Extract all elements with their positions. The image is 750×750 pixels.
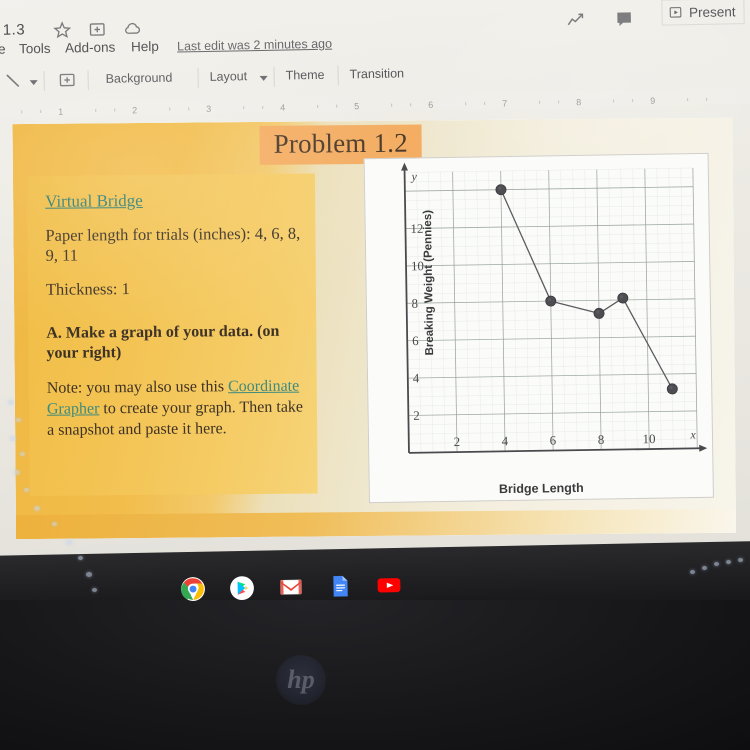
chart-svg: 2 4 6 8 1024681012xy [401,162,708,454]
virtual-bridge-link[interactable]: Virtual Bridge [45,191,143,212]
chart-y-axis-label: Breaking Weight (Pennies) [421,209,437,356]
svg-text:4: 4 [413,370,420,385]
play-store-icon[interactable] [229,575,255,601]
svg-text:8: 8 [411,296,418,311]
move-to-folder-icon[interactable] [88,20,107,39]
line-tool-caret[interactable] [29,80,38,86]
thickness-text: Thickness: 1 [45,279,130,299]
present-play-icon [669,5,683,19]
toolbar-transition-button[interactable]: Transition [349,66,404,81]
cloud-saved-icon[interactable] [123,19,142,38]
ruler-tick: 6 [428,99,434,110]
present-label: Present [688,3,736,20]
ruler-tick: 2 [132,105,138,116]
menu-item-help[interactable]: Help [131,39,159,55]
svg-text:2: 2 [413,408,420,423]
graph-image[interactable]: 2 4 6 8 10 2 4 6 8 10 12 x y Breaking Weight (Pennie… [363,152,714,504]
slides-top-bar: 1.3 Present [0,0,750,44]
ruler-tick: 5 [354,101,360,112]
svg-text:6: 6 [550,433,557,448]
explore-trend-icon[interactable] [566,11,585,30]
google-docs-icon[interactable] [327,573,353,599]
ruler-tick: 8 [576,97,582,108]
slide-canvas[interactable]: Problem 1.2 Virtual Bridge Paper length … [12,117,737,540]
chrome-icon[interactable] [180,576,206,602]
ruler[interactable]: 1 2 3 4 5 6 7 8 9 [0,87,750,118]
slide-bottom-band [15,508,737,540]
last-edit-status[interactable]: Last edit was 2 minutes ago [177,37,332,54]
ruler-tick: 4 [280,102,286,113]
graph-plot: 2 4 6 8 10 2 4 6 8 10 12 x y [365,154,713,502]
svg-text:8: 8 [598,432,605,447]
document-title[interactable]: 1.3 [3,21,26,38]
paper-length-text: Paper length for trials (inches): 4, 6, … [45,223,301,265]
star-icon[interactable] [53,20,72,39]
ruler-tick: 7 [502,98,508,109]
present-button[interactable]: Present [661,0,745,26]
svg-text:10: 10 [642,431,655,446]
note-prefix: Note: you may also use this [46,378,229,397]
hp-brand-logo: hp [276,655,326,705]
textbox-tool-icon[interactable] [57,70,76,89]
toolbar-background-button[interactable]: Background [106,71,173,86]
svg-text:x: x [689,427,696,441]
ruler-tick: 9 [650,95,656,106]
slide-text-card[interactable]: Virtual Bridge Paper length for trials (… [26,173,318,496]
laptop-photo: 1.3 Present nge Tools Add-ons Help Last … [0,0,750,750]
menu-item-tools[interactable]: Tools [19,41,51,57]
ruler-tick: 3 [206,103,212,114]
svg-text:2: 2 [454,434,461,449]
note-text: Note: you may also use this Coordinate G… [47,376,306,441]
menu-item-arrange[interactable]: nge [0,42,6,57]
laptop-body [0,600,750,750]
svg-text:4: 4 [502,433,509,448]
comment-icon[interactable] [614,9,633,28]
menu-item-addons[interactable]: Add-ons [65,40,116,56]
layout-caret-icon[interactable] [259,75,268,81]
line-tool-icon[interactable] [3,71,23,91]
laptop-screen: 1.3 Present nge Tools Add-ons Help Last … [0,0,750,562]
svg-text:y: y [410,169,417,183]
ruler-tick: 1 [58,106,64,117]
chromeos-shelf [180,565,421,610]
gmail-icon[interactable] [278,574,304,600]
svg-text:6: 6 [412,333,419,348]
toolbar-theme-button[interactable]: Theme [285,68,324,83]
task-a-text: A. Make a graph of your data. (on your r… [46,322,280,362]
toolbar-layout-button[interactable]: Layout [210,69,248,84]
youtube-icon[interactable] [376,572,402,598]
